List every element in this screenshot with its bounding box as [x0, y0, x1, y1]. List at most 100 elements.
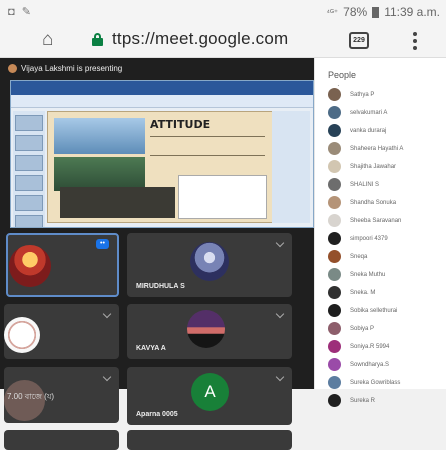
- presenter-avatar: [8, 64, 17, 73]
- people-panel: People · Sathya Pselvakumari Avanka dura…: [314, 58, 446, 407]
- presenting-label: Vijaya Lakshmi is presenting: [21, 64, 123, 73]
- participant-row[interactable]: selvakumari A: [328, 104, 443, 121]
- participant-row[interactable]: Shaheera Hayathi A: [328, 140, 443, 157]
- participant-row[interactable]: Sureka R: [328, 392, 443, 409]
- participant-avatar: [328, 358, 341, 371]
- battery-icon: [372, 6, 380, 18]
- participant-name: Sneka. M: [350, 289, 376, 296]
- more-vert-icon[interactable]: [413, 32, 417, 50]
- participant-avatar: [328, 394, 341, 407]
- participant-name: SHALINI S: [350, 181, 380, 188]
- participant-row[interactable]: Sneka Muthu: [328, 266, 443, 283]
- participant-tile[interactable]: [4, 430, 119, 450]
- slide-photo-top: [54, 118, 145, 154]
- powerpoint-titlebar: [11, 81, 313, 95]
- participant-row[interactable]: Shandha Sonuka: [328, 194, 443, 211]
- participant-row[interactable]: Sneqa: [328, 248, 443, 265]
- participant-tile[interactable]: KAVYA A: [127, 304, 292, 359]
- participant-avatar: [328, 106, 341, 119]
- participant-avatar: [328, 160, 341, 173]
- status-icons-left: ◘ ✎: [8, 6, 33, 18]
- participant-row[interactable]: Sathya P: [328, 86, 443, 103]
- participant-name: Shajitha Jawahar: [350, 163, 397, 170]
- participant-row[interactable]: Sobiya P: [328, 320, 443, 337]
- participant-avatar: [328, 178, 341, 191]
- muted-icon: [102, 372, 112, 382]
- participant-row[interactable]: Sowndharya.S: [328, 356, 443, 373]
- participant-row[interactable]: simpoori 4379: [328, 230, 443, 247]
- participant-photo-text: 7.00 বাজে (য): [7, 392, 55, 401]
- home-icon[interactable]: ⌂: [42, 30, 64, 50]
- presenting-bar: Vijaya Lakshmi is presenting: [0, 58, 314, 80]
- participant-tile[interactable]: MIRUDHULA S: [127, 233, 292, 297]
- participant-tile[interactable]: 7.00 বাজে (য): [4, 367, 119, 423]
- participant-name: Sneqa: [350, 253, 368, 260]
- participant-name: Sobika sellethurai: [350, 307, 398, 314]
- slide-thumbnails: [13, 111, 45, 227]
- phone-status-bar: ◘ ✎ ⁴ᴳ⁺ 78% 11:39 a.m.: [0, 0, 446, 24]
- participant-row[interactable]: Shajitha Jawahar: [328, 158, 443, 175]
- status-icons-right: ⁴ᴳ⁺ 78% 11:39 a.m.: [327, 5, 440, 19]
- participant-avatar: [328, 322, 341, 335]
- current-slide: ATTITUDE: [47, 111, 274, 223]
- participant-photo: [9, 245, 51, 287]
- participant-name: Soniya.R 5994: [350, 343, 390, 350]
- active-speaker-badge: ••: [96, 239, 109, 249]
- participant-photo: [4, 317, 40, 353]
- slide-image-card: [178, 175, 267, 219]
- slide-title: ATTITUDE: [150, 118, 211, 131]
- people-title: People: [328, 70, 357, 80]
- participant-name: KAVYA A: [136, 345, 166, 352]
- participant-avatar: [328, 88, 341, 101]
- participant-row[interactable]: Soniya.R 5994: [328, 338, 443, 355]
- participant-name: Sureka R: [350, 397, 376, 404]
- participant-name: simpoori 4379: [350, 235, 388, 242]
- participant-tile[interactable]: [127, 430, 292, 450]
- participant-name: MIRUDHULA S: [136, 283, 185, 290]
- participant-tile[interactable]: A Aparna 0005: [127, 367, 292, 425]
- participant-avatar: [328, 196, 341, 209]
- participant-avatar: [328, 232, 341, 245]
- letter-avatar: A: [191, 373, 229, 411]
- meet-main: Vijaya Lakshmi is presenting ATTITUDE ••…: [0, 58, 314, 450]
- participant-avatar: [328, 124, 341, 137]
- participant-avatar: [328, 268, 341, 281]
- participant-avatar: [328, 376, 341, 389]
- participant-row[interactable]: Sheeba Saravanan: [328, 212, 443, 229]
- muted-icon: [275, 372, 285, 382]
- slide-text-block: [150, 136, 265, 156]
- participant-row[interactable]: Sobika sellethurai: [328, 302, 443, 319]
- participant-name: Sneka Muthu: [350, 271, 386, 278]
- participant-avatar: [328, 340, 341, 353]
- muted-icon: [275, 238, 285, 248]
- muted-icon: [102, 309, 112, 319]
- lock-icon[interactable]: [92, 33, 103, 46]
- participant-tile[interactable]: [4, 304, 119, 359]
- participant-name: Sowndharya.S: [350, 361, 390, 368]
- browser-toolbar: ⌂ ttps://meet.google.com 229: [0, 24, 446, 58]
- side-panel: [272, 111, 310, 223]
- tab-switcher-icon[interactable]: 229: [349, 32, 369, 49]
- signal-icon: ⁴ᴳ⁺: [326, 7, 339, 17]
- participant-row[interactable]: Sureka Gowriblass: [328, 374, 443, 391]
- participant-photo: [190, 242, 229, 281]
- slide-photo-bottom: [54, 157, 145, 191]
- participant-name: Shaheera Hayathi A: [350, 145, 404, 152]
- participant-avatar: [328, 286, 341, 299]
- powerpoint-ribbon: [11, 95, 313, 108]
- participant-name: Sathya P: [350, 91, 375, 98]
- participant-name: Shandha Sonuka: [350, 199, 397, 206]
- shared-screen[interactable]: ATTITUDE: [10, 80, 314, 228]
- clock: 11:39 a.m.: [384, 5, 440, 19]
- url-field[interactable]: ttps://meet.google.com: [112, 29, 288, 49]
- participant-name: vanka duraraj: [350, 127, 387, 134]
- participant-row[interactable]: Sneka. M: [328, 284, 443, 301]
- participant-row[interactable]: vanka duraraj: [328, 122, 443, 139]
- participant-name: Sheeba Saravanan: [350, 217, 402, 224]
- participant-row[interactable]: SHALINI S: [328, 176, 443, 193]
- participant-avatar: [328, 142, 341, 155]
- muted-icon: [275, 309, 285, 319]
- participant-tile-active[interactable]: ••: [6, 233, 119, 297]
- participant-name: Sobiya P: [350, 325, 375, 332]
- participant-name: Sureka Gowriblass: [350, 379, 401, 386]
